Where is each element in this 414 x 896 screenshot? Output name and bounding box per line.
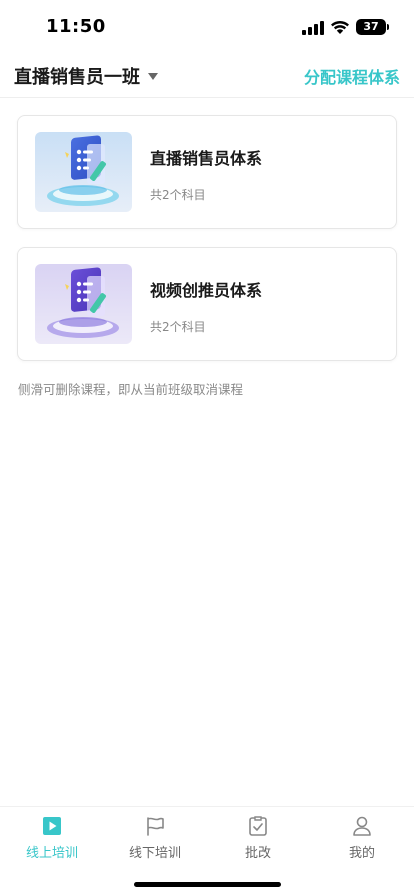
course-subject-count: 共2个科目 xyxy=(150,188,206,202)
wifi-icon xyxy=(331,20,349,34)
tab-label: 批改 xyxy=(244,846,271,861)
check-doc-icon xyxy=(249,816,267,836)
class-selector[interactable]: 直播销售员一班 xyxy=(14,62,158,90)
course-card[interactable]: 视频创推员体系 共2个科目 xyxy=(17,247,397,361)
status-bar: 11:50 37 xyxy=(0,0,414,54)
course-list: 直播销售员体系 共2个科目 视频创推员体系 共2个科目 xyxy=(17,115,397,379)
signal-icon xyxy=(302,21,324,35)
status-time: 11:50 xyxy=(46,16,106,37)
tab-online-training[interactable]: 线上培训 xyxy=(12,815,92,863)
swipe-hint: 侧滑可删除课程，即从当前班级取消课程 xyxy=(18,382,244,397)
tab-grading[interactable]: 批改 xyxy=(218,815,298,863)
home-indicator[interactable] xyxy=(134,882,281,887)
play-icon xyxy=(43,817,61,835)
course-title: 视频创推员体系 xyxy=(150,281,263,300)
tab-label: 线上培训 xyxy=(25,846,78,861)
course-card[interactable]: 直播销售员体系 共2个科目 xyxy=(17,115,397,229)
battery-cap xyxy=(387,24,389,30)
tab-label: 我的 xyxy=(348,846,375,861)
flag-icon xyxy=(147,817,164,836)
assign-course-system-button[interactable]: 分配课程体系 xyxy=(304,64,400,88)
class-name: 直播销售员一班 xyxy=(14,67,140,88)
course-title: 直播销售员体系 xyxy=(150,149,263,168)
tab-label: 线下培训 xyxy=(128,846,181,861)
header: 直播销售员一班 分配课程体系 xyxy=(0,54,414,98)
course-thumbnail xyxy=(35,264,132,344)
tab-mine[interactable]: 我的 xyxy=(322,815,402,863)
course-thumbnail xyxy=(35,132,132,212)
battery-indicator: 37 xyxy=(356,19,386,35)
tab-offline-training[interactable]: 线下培训 xyxy=(115,815,195,863)
course-subject-count: 共2个科目 xyxy=(150,320,206,334)
user-icon xyxy=(353,816,371,836)
caret-down-icon xyxy=(148,73,158,80)
